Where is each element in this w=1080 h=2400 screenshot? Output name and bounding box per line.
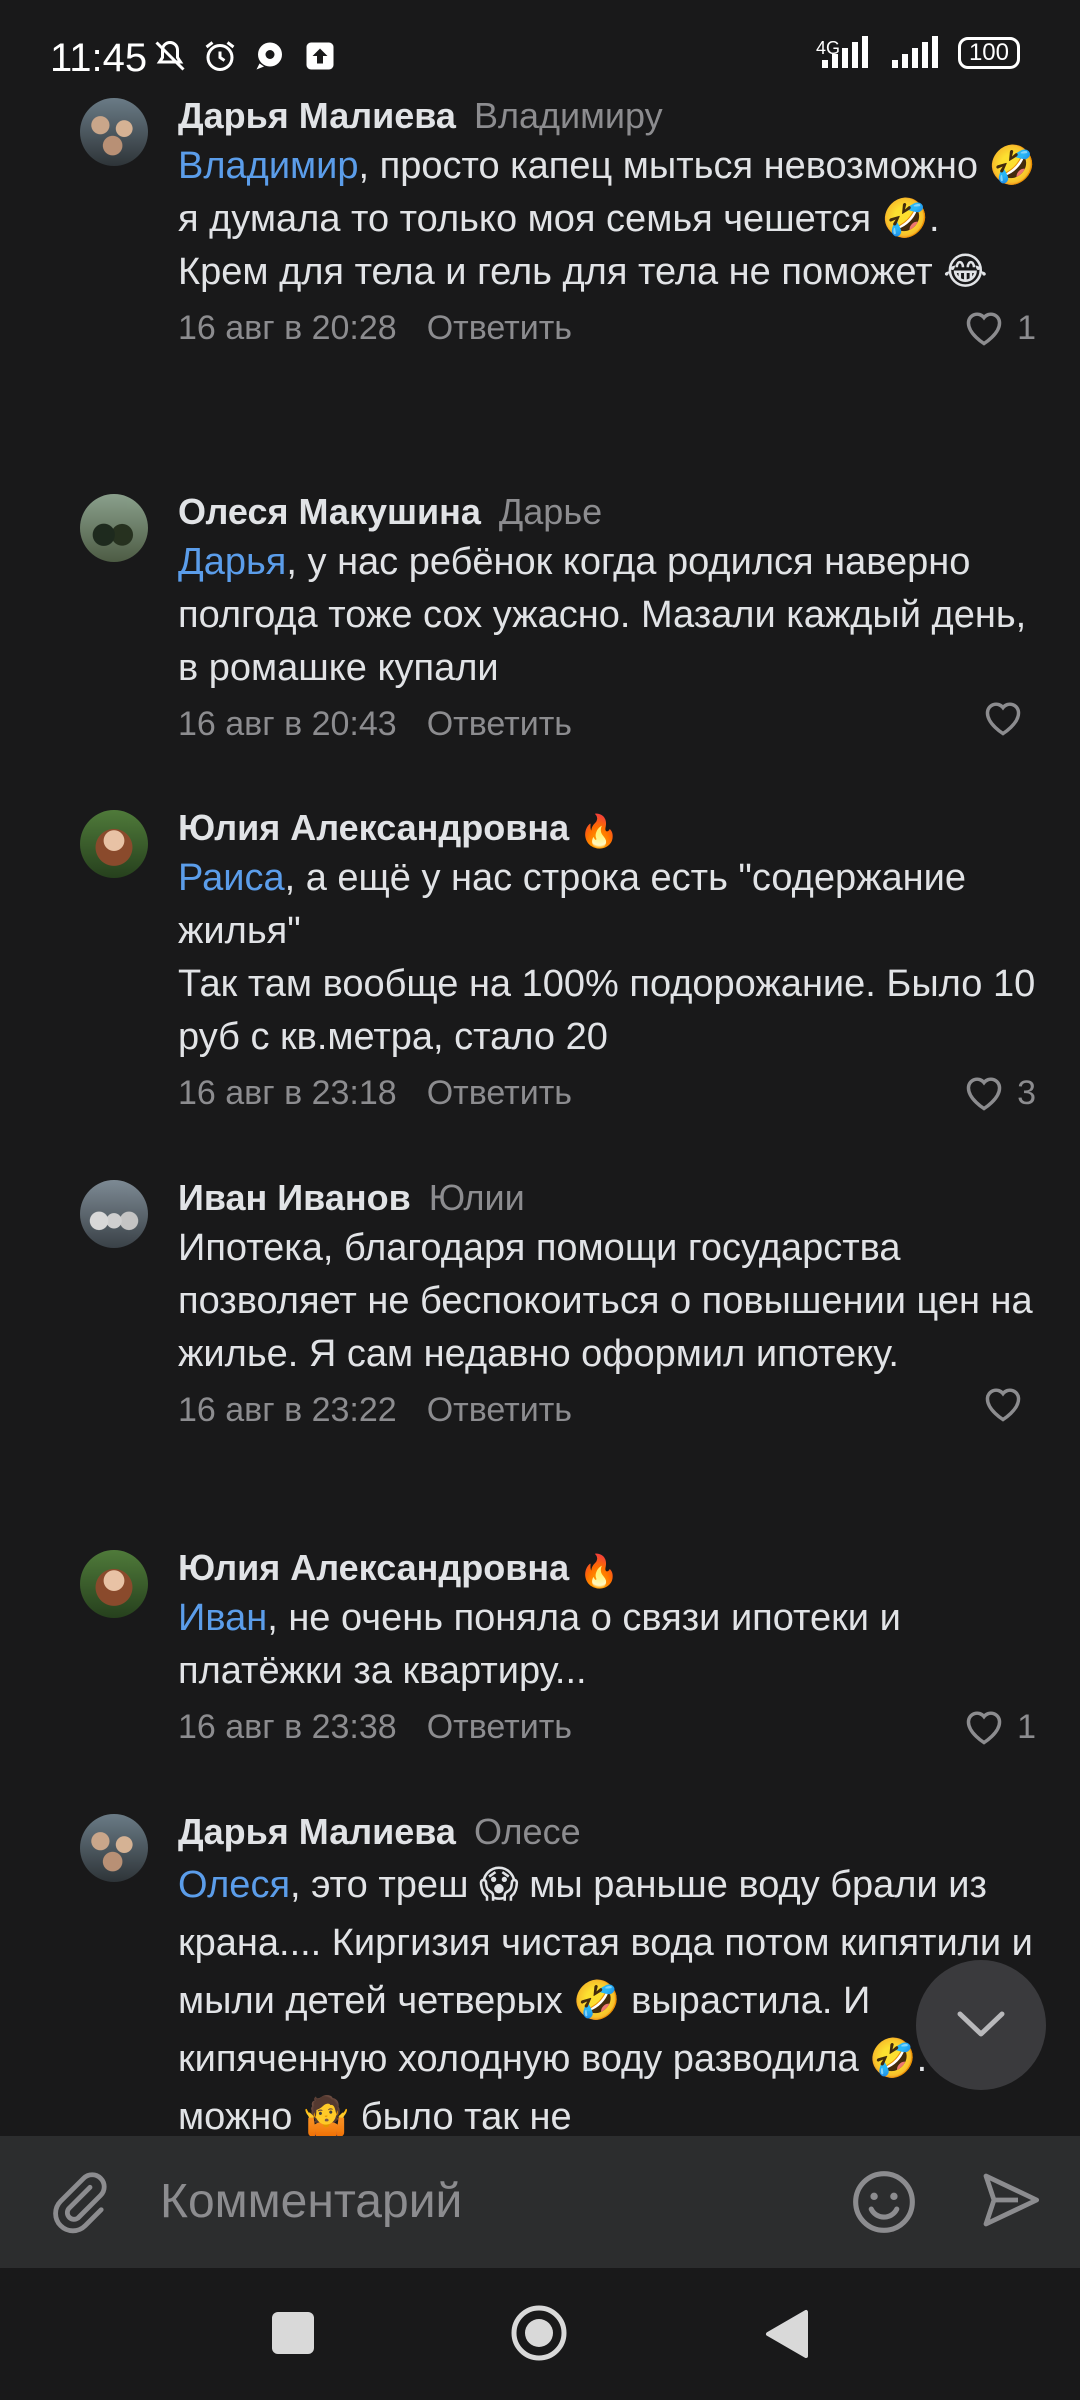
heart-icon	[966, 1711, 1002, 1745]
status-time: 11:45	[50, 36, 148, 80]
comment-author[interactable]: Олеся Макушина	[178, 491, 481, 532]
comment-reply-to: Олесе	[473, 1811, 581, 1852]
comment-date: 16 авг в 23:18	[178, 1074, 397, 1112]
recent-apps-button[interactable]	[272, 2312, 314, 2354]
like-button[interactable]	[982, 1385, 1036, 1423]
comment-text: , это треш 😱 мы раньше воду брали из кра…	[178, 1864, 1033, 2136]
avatar[interactable]	[80, 1180, 148, 1248]
avatar[interactable]	[80, 810, 148, 878]
avatar[interactable]	[80, 98, 148, 166]
reply-button[interactable]: Ответить	[427, 309, 572, 347]
chevron-down-icon	[957, 2011, 1005, 2037]
comment-date: 16 авг в 23:38	[178, 1708, 397, 1746]
notifications-off-icon	[155, 40, 185, 71]
status-bar: 11:45 4G 100	[0, 0, 1080, 92]
battery-icon: 100	[957, 37, 1020, 69]
comment-reply-to: Юлии	[428, 1177, 525, 1218]
like-button[interactable]: 3	[963, 1068, 1036, 1118]
signal-icon	[891, 36, 938, 68]
comment-author[interactable]: Дарья Малиева	[178, 1811, 456, 1852]
heart-icon	[985, 702, 1021, 736]
comment-mention[interactable]: Владимир	[178, 145, 359, 187]
scroll-down-button[interactable]	[916, 1960, 1046, 2090]
chat-bubble-icon	[256, 42, 282, 70]
comment-text: , у нас ребёнок когда родился наверно по…	[178, 541, 1027, 689]
comment-reply-to: Дарье	[498, 491, 603, 532]
comment-mention[interactable]: Иван	[178, 1597, 267, 1639]
signal-icon	[821, 36, 868, 68]
comment-text: , а ещё у нас строка есть "содержание жи…	[178, 857, 1036, 1058]
system-nav-bar	[0, 2268, 1080, 2400]
heart-icon	[966, 312, 1002, 346]
comment-mention[interactable]: Дарья	[178, 541, 286, 583]
comment-date: 16 авг в 20:43	[178, 705, 397, 743]
alarm-icon	[205, 41, 235, 71]
fire-icon: 🔥	[579, 813, 619, 849]
comment-author[interactable]: Иван Иванов	[178, 1177, 411, 1218]
comment-date: 16 авг в 20:28	[178, 309, 397, 347]
like-count: 1	[1017, 309, 1036, 347]
heart-icon	[985, 1388, 1021, 1422]
home-button[interactable]	[510, 2304, 568, 2362]
comment-author[interactable]: Дарья Малиева	[178, 95, 456, 136]
comment-reply-to: Владимиру	[473, 95, 663, 136]
reply-button[interactable]: Ответить	[427, 705, 572, 743]
comment-mention[interactable]: Раиса	[178, 857, 285, 899]
back-button[interactable]	[764, 2308, 810, 2360]
reply-button[interactable]: Ответить	[427, 1074, 572, 1112]
send-icon[interactable]	[978, 2168, 1042, 2232]
like-button[interactable]	[982, 699, 1036, 737]
fire-icon: 🔥	[579, 1553, 619, 1589]
like-count: 3	[1017, 1074, 1036, 1112]
avatar[interactable]	[80, 494, 148, 562]
like-button[interactable]: 1	[963, 303, 1036, 353]
upload-icon	[306, 42, 334, 70]
comment-text: Ипотека, благодаря помощи государства по…	[178, 1227, 1033, 1375]
comment-mention[interactable]: Олеся	[178, 1864, 290, 1906]
avatar[interactable]	[80, 1550, 148, 1618]
comment-input[interactable]: Комментарий	[160, 2166, 800, 2238]
attach-icon[interactable]	[46, 2168, 110, 2236]
emoji-icon[interactable]	[850, 2168, 918, 2236]
reply-button[interactable]: Ответить	[427, 1708, 572, 1746]
comment-date: 16 авг в 23:22	[178, 1391, 397, 1429]
like-button[interactable]: 1	[963, 1702, 1036, 1752]
reply-button[interactable]: Ответить	[427, 1391, 572, 1429]
comment-text: , не очень поняла о связи ипотеки и плат…	[178, 1597, 901, 1692]
comment-input-bar: Комментарий	[0, 2136, 1080, 2268]
heart-icon	[966, 1077, 1002, 1111]
avatar[interactable]	[80, 1814, 148, 1882]
comment-author[interactable]: Юлия Александровна	[178, 807, 569, 848]
like-count: 1	[1017, 1708, 1036, 1746]
comments-feed[interactable]: Дарья Малиева Владимиру Владимир, просто …	[0, 92, 1080, 2136]
comment-author[interactable]: Юлия Александровна	[178, 1547, 569, 1588]
